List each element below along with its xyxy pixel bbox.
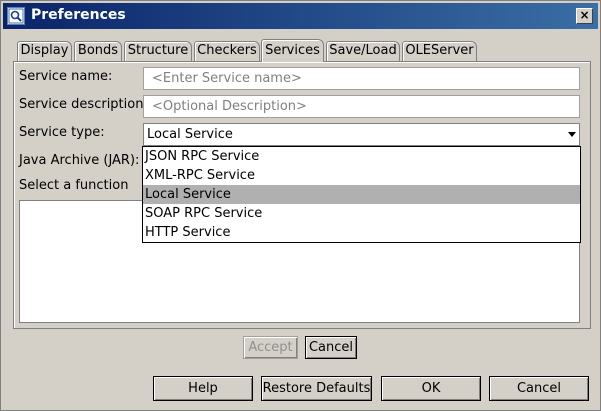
tab-save-load[interactable]: Save/Load [326,41,400,61]
option-local-service[interactable]: Local Service [143,185,580,204]
chevron-down-icon [568,132,576,137]
service-description-input[interactable]: <Optional Description> [143,95,580,118]
close-icon: × [579,8,590,22]
tab-checkers[interactable]: Checkers [194,41,260,61]
option-xml-rpc[interactable]: XML-RPC Service [143,166,580,185]
window-title: Preferences [31,7,126,23]
function-label: Select a function [19,178,129,193]
service-type-dropdown: JSON RPC Service XML-RPC Service Local S… [142,146,581,243]
option-http-service[interactable]: HTTP Service [143,223,580,242]
panel-cancel-button[interactable]: Cancel [305,336,357,359]
service-name-label: Service name: [19,69,113,84]
title-bar: Preferences × [3,3,598,29]
ok-button[interactable]: OK [381,376,481,401]
service-name-input[interactable]: <Enter Service name> [143,67,580,90]
service-type-value: Local Service [147,127,233,142]
option-json-rpc[interactable]: JSON RPC Service [143,147,580,166]
close-button[interactable]: × [576,8,593,24]
jar-label: Java Archive (JAR): [19,153,140,168]
tab-bonds[interactable]: Bonds [74,41,122,61]
dialog-cancel-button[interactable]: Cancel [489,376,589,401]
tab-oleserver[interactable]: OLEServer [402,41,477,61]
tab-display[interactable]: Display [17,41,72,61]
service-type-select[interactable]: Local Service [143,123,580,146]
service-type-label: Service type: [19,125,105,140]
tab-structure[interactable]: Structure [124,41,192,61]
service-description-label: Service description: [19,97,148,112]
help-button[interactable]: Help [153,376,253,401]
accept-button[interactable]: Accept [243,336,298,359]
restore-defaults-button[interactable]: Restore Defaults [261,376,372,401]
app-icon [7,7,25,25]
tab-services[interactable]: Services [261,39,324,62]
option-soap-rpc[interactable]: SOAP RPC Service [143,204,580,223]
